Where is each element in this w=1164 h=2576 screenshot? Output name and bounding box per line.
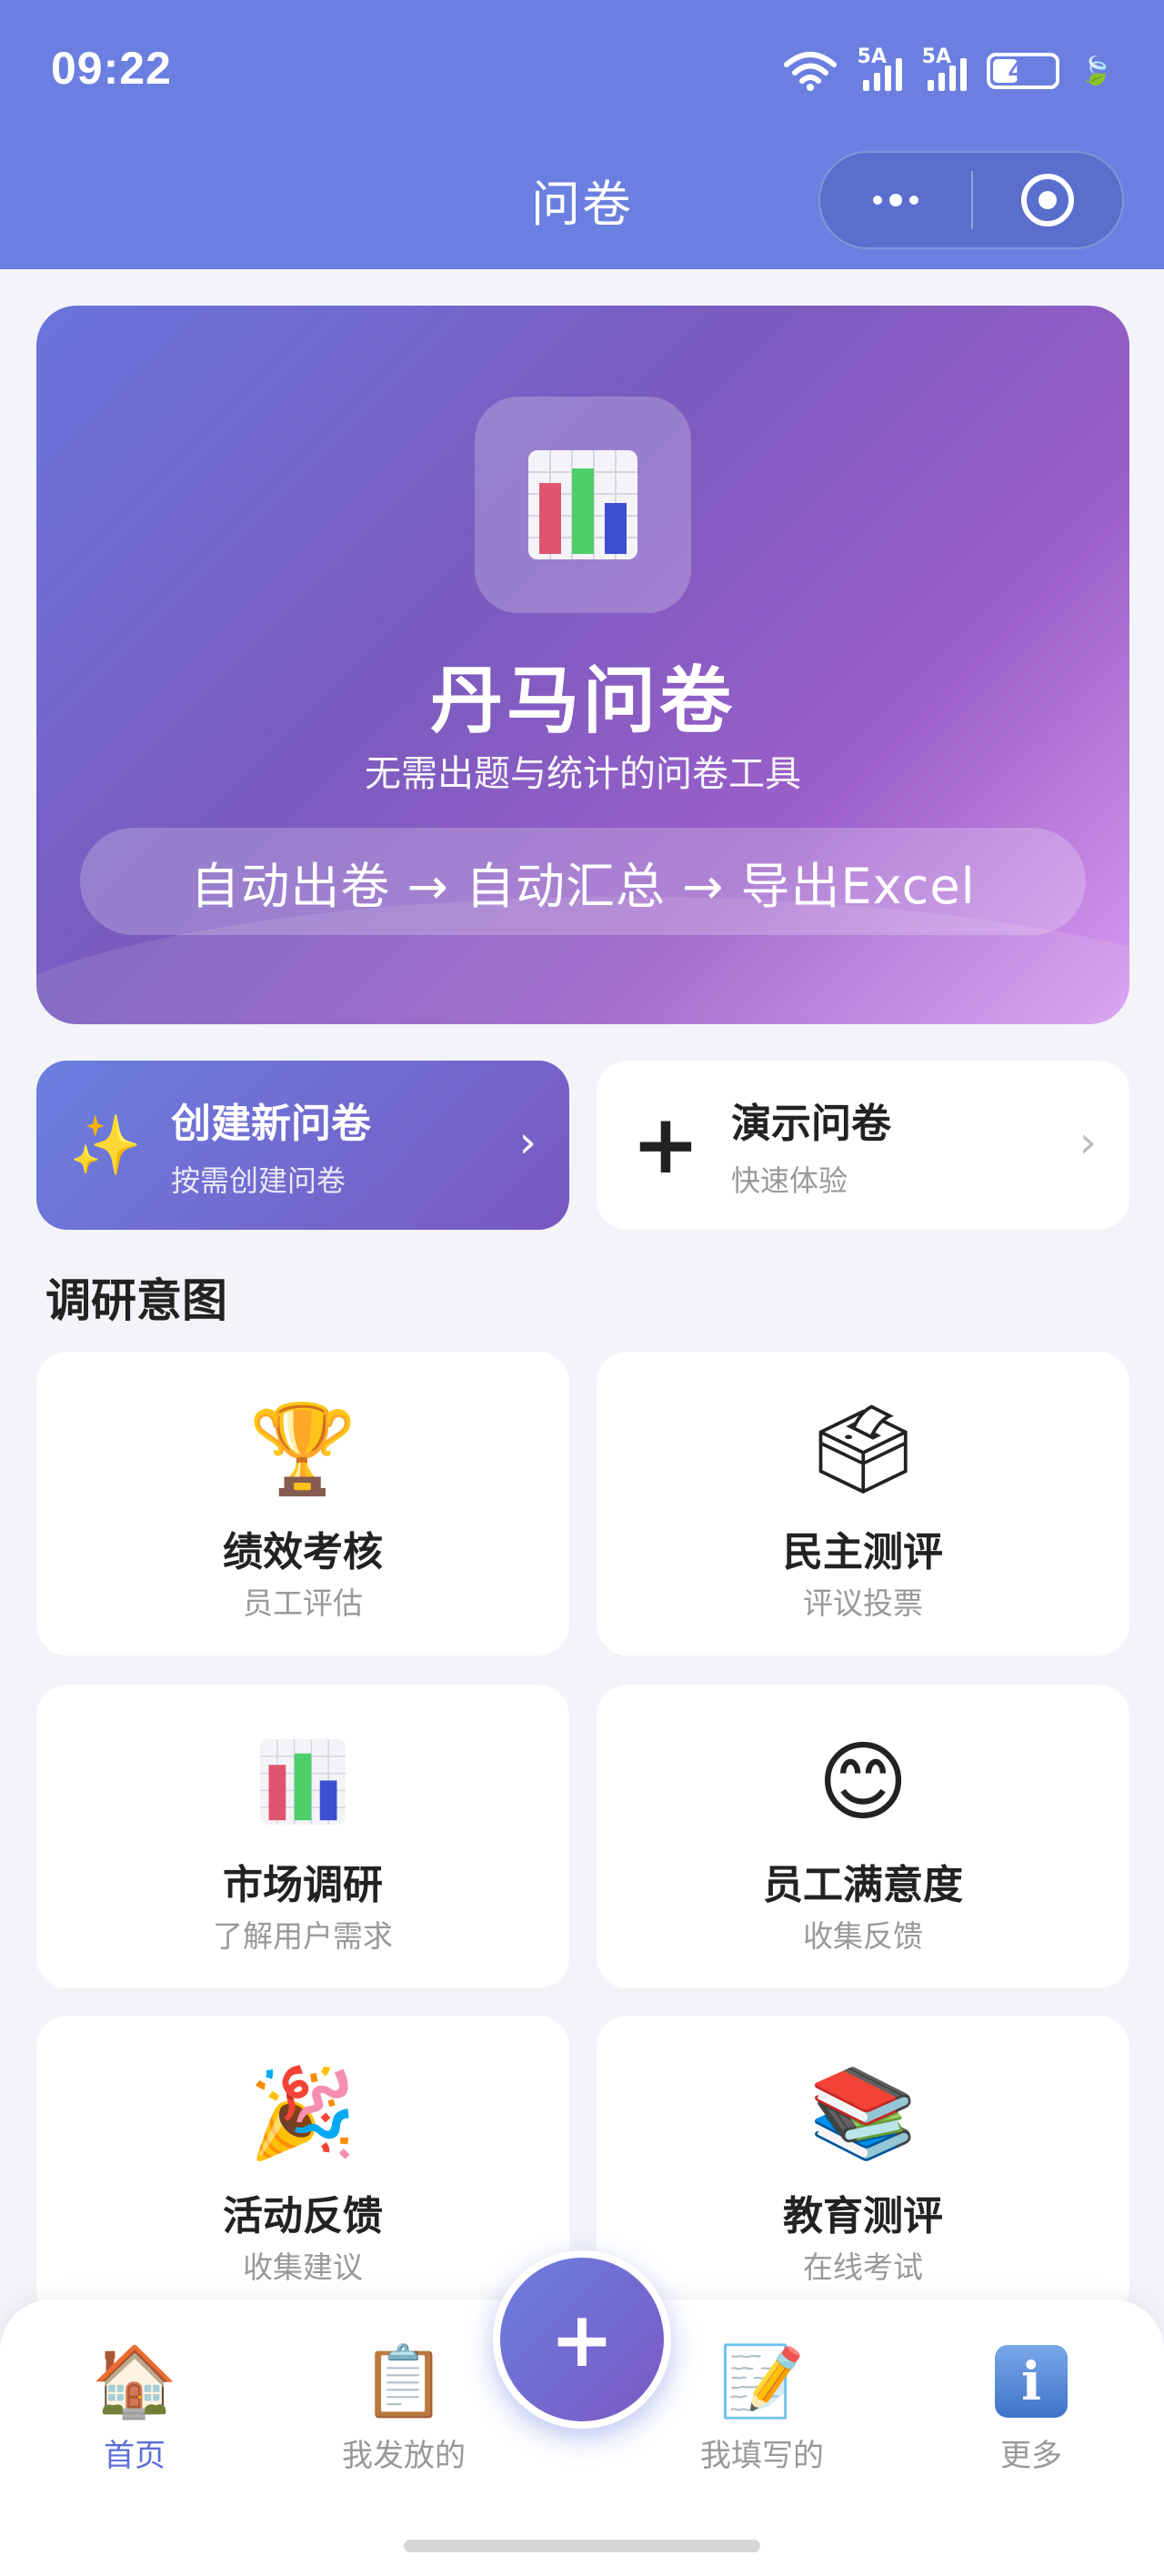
- wifi-icon: [783, 52, 837, 91]
- nav-item-home[interactable]: 🏠 首页: [35, 2340, 235, 2475]
- intent-title: 教育测评: [783, 2193, 943, 2239]
- intent-title: 民主测评: [783, 1529, 943, 1575]
- intent-card-market[interactable]: 市场调研 了解用户需求: [36, 1685, 569, 1988]
- intent-card-event[interactable]: 🎉 活动反馈 收集建议: [36, 2016, 569, 2319]
- hero-banner: 丹马问卷 无需出题与统计的问卷工具 自动出卷 → 自动汇总 → 导出Excel: [36, 306, 1129, 1024]
- signal-icon: 5A: [858, 45, 902, 91]
- intent-desc: 收集反馈: [803, 1918, 923, 1954]
- intent-title: 活动反馈: [223, 2193, 383, 2239]
- plus-icon: +: [631, 1097, 700, 1192]
- hero-subtitle: 无需出题与统计的问卷工具: [365, 753, 801, 795]
- intent-title: 员工满意度: [763, 1862, 963, 1908]
- intent-desc: 在线考试: [803, 2249, 923, 2285]
- nav-label: 我发放的: [342, 2438, 466, 2474]
- party-popper-icon: 🎉: [248, 2061, 357, 2164]
- trophy-icon: 🏆: [248, 1397, 357, 1500]
- intent-desc: 收集建议: [243, 2249, 363, 2285]
- memo-icon: 📝: [718, 2340, 806, 2421]
- bar-chart-icon: [36, 1732, 569, 1832]
- create-survey-button[interactable]: ✨ 创建新问卷 按需创建问卷 ›: [36, 1061, 569, 1230]
- info-icon: i: [931, 2340, 1131, 2423]
- status-icons: 5A 5A 47 🍃: [783, 45, 1113, 96]
- intent-card-education[interactable]: 📚 教育测评 在线考试: [597, 2016, 1129, 2319]
- intent-desc: 员工评估: [243, 1585, 363, 1621]
- hero-title: 丹马问卷: [430, 659, 736, 743]
- chevron-right-icon: ›: [1079, 1117, 1097, 1168]
- books-icon: 📚: [808, 2061, 918, 2164]
- clipboard-icon: 📋: [360, 2340, 447, 2421]
- leaf-icon: 🍃: [1079, 55, 1113, 87]
- intent-card-democratic[interactable]: 🗳 民主测评 评议投票: [597, 1352, 1129, 1655]
- network-type: 5A: [921, 45, 951, 68]
- more-options-button[interactable]: [820, 153, 971, 247]
- demo-survey-desc: 快速体验: [731, 1163, 848, 1198]
- section-title: 调研意图: [45, 1274, 227, 1327]
- nav-item-filled[interactable]: 📝 我填写的: [662, 2340, 862, 2475]
- nav-label: 首页: [104, 2438, 166, 2474]
- intent-desc: 评议投票: [803, 1585, 923, 1621]
- nav-label: 我填写的: [700, 2438, 824, 2474]
- smiley-icon: 😊: [817, 1731, 909, 1833]
- create-survey-desc: 按需创建问卷: [171, 1163, 346, 1198]
- signal-icon: 5A: [922, 45, 967, 91]
- top-bar: 09:22 5A 5A 47 🍃 问卷: [0, 0, 1164, 269]
- intent-title: 绩效考核: [223, 1529, 383, 1575]
- nav-label: 更多: [1000, 2438, 1062, 2474]
- mini-program-capsule: [818, 151, 1124, 249]
- nav-item-more[interactable]: i 更多: [931, 2340, 1131, 2475]
- hero-flow-pill: 自动出卷 → 自动汇总 → 导出Excel: [80, 828, 1086, 935]
- chevron-right-icon: ›: [518, 1117, 537, 1168]
- close-mini-program-button[interactable]: [973, 153, 1122, 247]
- add-survey-fab[interactable]: +: [493, 2250, 671, 2429]
- nav-item-published[interactable]: 📋 我发放的: [304, 2340, 504, 2475]
- target-icon: [1020, 174, 1074, 226]
- network-type: 5A: [857, 45, 887, 68]
- bar-chart-icon: [475, 397, 691, 613]
- intent-title: 市场调研: [223, 1862, 383, 1908]
- battery-icon: 47: [986, 53, 1059, 89]
- sparkles-icon: ✨: [69, 1112, 142, 1180]
- create-survey-title: 创建新问卷: [171, 1101, 371, 1147]
- ballot-box-icon: 🗳: [808, 1397, 918, 1500]
- demo-survey-title: 演示问卷: [731, 1101, 891, 1147]
- intent-card-performance[interactable]: 🏆 绩效考核 员工评估: [36, 1352, 569, 1655]
- demo-survey-button[interactable]: + 演示问卷 快速体验 ›: [597, 1061, 1129, 1230]
- home-indicator: [404, 2540, 760, 2552]
- house-icon: 🏠: [91, 2340, 178, 2421]
- status-time: 09:22: [51, 43, 172, 94]
- intent-card-satisfaction[interactable]: 😊 员工满意度 收集反馈: [597, 1685, 1129, 1988]
- intent-desc: 了解用户需求: [213, 1918, 393, 1954]
- battery-level: 47: [1008, 56, 1038, 85]
